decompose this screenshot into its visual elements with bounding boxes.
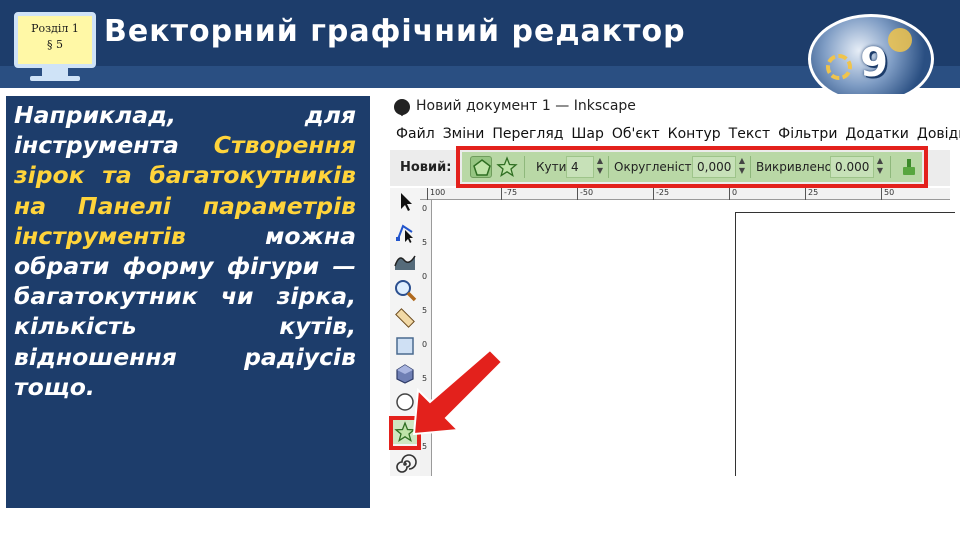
window-title: Новий документ 1 — Inkscape <box>416 98 636 114</box>
ruler-icon <box>395 308 415 328</box>
wave-icon <box>394 255 416 270</box>
ruler-tick: 5 <box>422 442 428 451</box>
section-monitor-badge: Розділ 1 § 5 <box>8 4 102 82</box>
window-titlebar: Новий документ 1 — Inkscape <box>390 94 950 120</box>
menu-object[interactable]: Об'єкт <box>608 122 664 146</box>
node-tool-button[interactable] <box>393 220 417 244</box>
spiral-icon <box>396 454 417 473</box>
new-label: Новий: <box>400 160 452 175</box>
ruler-tick: 5 <box>422 306 428 315</box>
page-boundary <box>735 212 955 476</box>
magnifier-icon <box>395 280 417 302</box>
node-edit-icon <box>396 224 413 243</box>
ruler-tick: -25 <box>652 188 670 200</box>
paragraph-label: § 5 <box>47 38 63 51</box>
menu-text[interactable]: Текст <box>725 122 774 146</box>
ruler-tick: -75 <box>500 188 518 200</box>
ruler-horizontal: 100 -75 -50 -25 0 25 50 <box>420 188 950 200</box>
ruler-tick: 0 <box>728 188 738 200</box>
ruler-tick: 50 <box>880 188 895 200</box>
spiral-tool-button[interactable] <box>393 452 417 476</box>
menu-edit[interactable]: Зміни <box>439 122 489 146</box>
explanation-panel: Наприклад, для інструмента Створення зір… <box>6 96 370 508</box>
measure-tool-button[interactable] <box>393 306 417 330</box>
page-title: Векторний графічний редактор <box>104 14 686 49</box>
menu-file[interactable]: Файл <box>390 122 439 146</box>
gear-icon <box>826 54 852 80</box>
ruler-tick: 25 <box>804 188 819 200</box>
menu-bar: Файл Зміни Перегляд Шар Об'єкт Контур Те… <box>390 122 960 146</box>
ruler-tick: 0 <box>422 272 428 281</box>
red-pointer-arrow-icon <box>412 348 502 436</box>
ruler-tick: 0 <box>422 204 428 213</box>
menu-filters[interactable]: Фільтри <box>774 122 841 146</box>
menu-extensions[interactable]: Додатки <box>841 122 912 146</box>
arrow-cursor-icon <box>401 193 412 211</box>
explanation-text: Наприклад, для інструмента Створення зір… <box>14 100 356 402</box>
monitor-screen: Розділ 1 § 5 <box>14 12 96 68</box>
ruler-tick: 5 <box>422 238 428 247</box>
zoom-tool-button[interactable] <box>393 278 417 302</box>
controls-highlight-frame <box>456 146 928 188</box>
inkscape-logo-icon <box>394 99 410 115</box>
menu-layer[interactable]: Шар <box>567 122 607 146</box>
menu-path[interactable]: Контур <box>664 122 725 146</box>
ruler-tick: -50 <box>576 188 594 200</box>
menu-view[interactable]: Перегляд <box>488 122 567 146</box>
grade-badge: 9 <box>808 14 934 104</box>
menu-help[interactable]: Довідка <box>913 122 960 146</box>
ruler-tick: 100 <box>426 188 446 200</box>
monitor-stand <box>42 68 68 76</box>
grade-number: 9 <box>860 40 888 86</box>
tweak-tool-button[interactable] <box>393 248 417 272</box>
selector-tool-button[interactable] <box>393 190 417 214</box>
section-label: Розділ 1 <box>31 22 79 35</box>
monitor-base <box>30 76 80 81</box>
